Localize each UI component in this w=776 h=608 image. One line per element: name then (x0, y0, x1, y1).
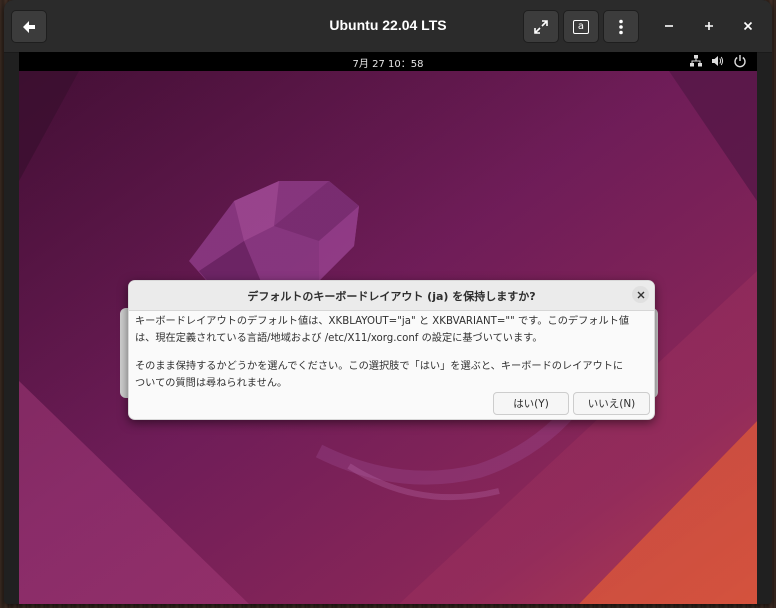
menu-button[interactable] (603, 10, 639, 43)
dialog-text-line: そのまま保持するかどうかを選んでください。この選択肢で「はい」を選ぶと、キーボー… (135, 361, 624, 372)
network-icon[interactable] (689, 54, 703, 68)
close-icon (743, 21, 753, 31)
dialog-text-line: ついての質問は尋ねられません。 (135, 378, 288, 389)
keyboard-capture-button[interactable]: a (563, 10, 599, 43)
dialog-text-line: キーボードレイアウトのデフォルト値は、XKBLAYOUT="ja" と XKBV… (135, 316, 630, 327)
guest-top-bar: 7月 27 10：58 (19, 52, 757, 71)
guest-clock[interactable]: 7月 27 10：58 (19, 55, 757, 70)
back-button[interactable] (11, 10, 47, 43)
minimize-icon (665, 25, 673, 27)
dialog-title: デフォルトのキーボードレイアウト (ja) を保持しますか? (247, 290, 536, 303)
dialog-close-button[interactable] (632, 286, 649, 303)
volume-icon[interactable] (710, 54, 724, 68)
dialog-text-line: は、現在定義されている言語/地域および /etc/X11/xorg.conf の… (135, 333, 543, 344)
arrow-left-icon (23, 20, 35, 33)
dialog-paragraph-2: そのまま保持するかどうかを選んでください。この選択肢で「はい」を選ぶと、キーボー… (135, 358, 650, 392)
guest-screen[interactable]: 7月 27 10：58 デフォルトのキーボードレイアウト (ja) を保持します… (19, 52, 757, 604)
kebab-menu-icon (619, 19, 623, 34)
close-window-button[interactable] (736, 14, 760, 38)
expand-icon (534, 19, 548, 34)
no-button[interactable]: いいえ(N) (573, 392, 650, 415)
vm-window: Ubuntu 22.04 LTS a 7月 27 10：58 デフォルトのキーボ… (4, 0, 772, 604)
close-icon (637, 291, 644, 298)
keyboard-layout-dialog: デフォルトのキーボードレイアウト (ja) を保持しますか? キーボードレイアウ… (128, 280, 655, 420)
yes-button[interactable]: はい(Y) (493, 392, 569, 415)
keyboard-capture-icon: a (573, 19, 589, 34)
dialog-paragraph-1: キーボードレイアウトのデフォルト値は、XKBLAYOUT="ja" と XKBV… (135, 313, 650, 347)
dialog-header: デフォルトのキーボードレイアウト (ja) を保持しますか? (129, 281, 654, 311)
power-icon[interactable] (733, 54, 747, 68)
header-bar: Ubuntu 22.04 LTS a (4, 0, 772, 53)
plus-icon (705, 22, 713, 30)
fullscreen-button[interactable] (523, 10, 559, 43)
maximize-button[interactable] (697, 14, 721, 38)
minimize-button[interactable] (657, 14, 681, 38)
keyboard-glyph: a (577, 20, 585, 32)
